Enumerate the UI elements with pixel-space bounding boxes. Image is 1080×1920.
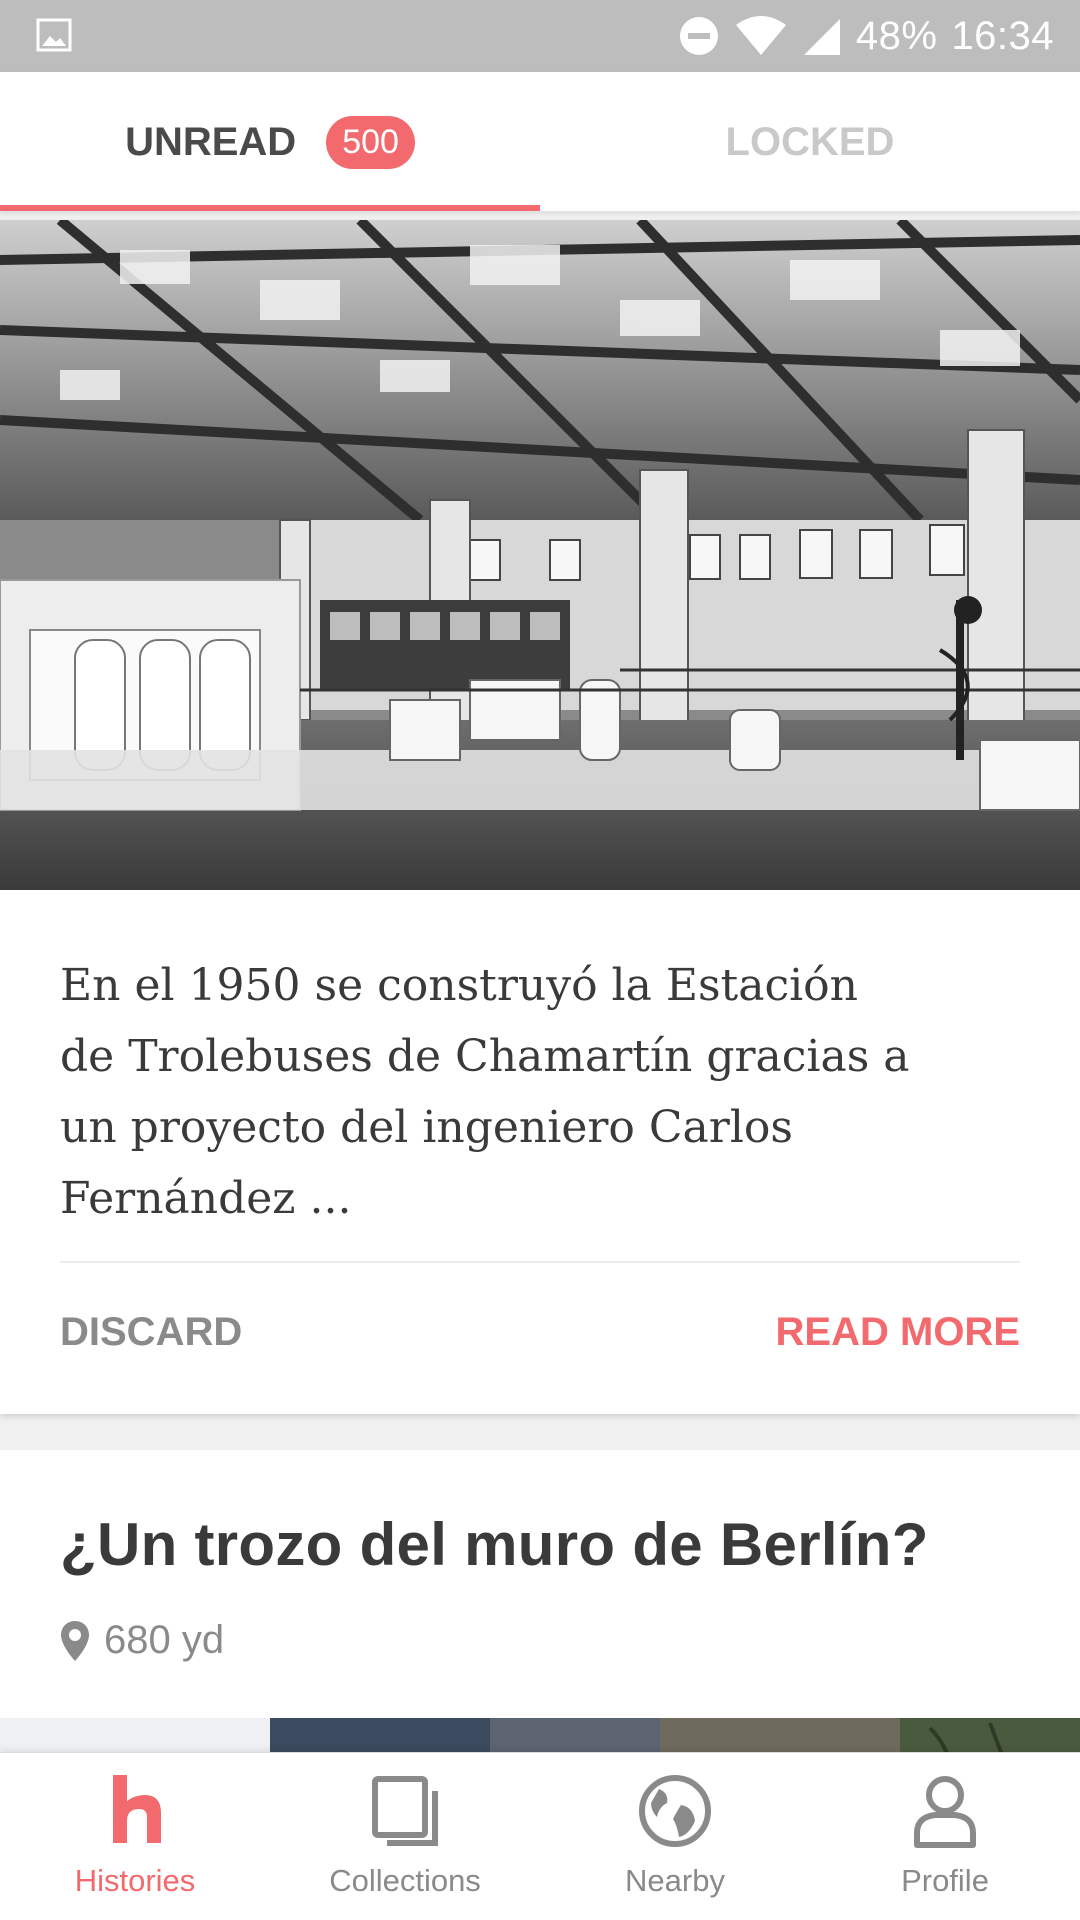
trolleybus-station-photo[interactable] (0, 220, 1080, 890)
read-more-button[interactable]: READ MORE (776, 1310, 1020, 1355)
story-card: En el 1950 se construyó la Estación de T… (0, 220, 1080, 1414)
tab-unread-label: UNREAD (125, 119, 297, 164)
nav-profile[interactable]: Profile (810, 1753, 1080, 1920)
nav-nearby[interactable]: Nearby (540, 1753, 810, 1920)
unread-count-badge: 500 (326, 115, 415, 169)
tab-unread[interactable]: UNREAD 500 (0, 72, 540, 212)
story-distance: 680 yd (60, 1618, 224, 1663)
nav-collections[interactable]: Collections (270, 1753, 540, 1920)
tab-locked[interactable]: LOCKED (540, 72, 1080, 212)
nav-histories[interactable]: Histories (0, 1753, 270, 1920)
story-title[interactable]: ¿Un trozo del muro de Berlín? (60, 1510, 929, 1579)
tab-bar: UNREAD 500 LOCKED (0, 72, 1080, 212)
active-tab-indicator (0, 205, 540, 211)
signal-icon (803, 19, 840, 55)
gallery-notification-icon (36, 18, 72, 52)
battery-percent: 48% (855, 13, 938, 58)
nav-profile-label: Profile (901, 1863, 989, 1898)
clock: 16:34 (951, 13, 1054, 58)
collections-icon (372, 1776, 438, 1846)
discard-button[interactable]: DISCARD (60, 1310, 242, 1355)
histories-logo-icon (113, 1775, 161, 1843)
story-excerpt[interactable]: En el 1950 se construyó la Estación de T… (60, 950, 920, 1234)
card-divider (60, 1261, 1020, 1263)
globe-icon (639, 1775, 711, 1847)
tab-locked-label: LOCKED (725, 119, 895, 164)
wifi-icon (735, 16, 786, 55)
status-icons: 48% 16:34 (678, 0, 1054, 72)
distance-value: 680 yd (104, 1618, 225, 1662)
nav-nearby-label: Nearby (625, 1863, 725, 1898)
status-bar: 48% 16:34 (0, 0, 1080, 72)
nav-collections-label: Collections (329, 1863, 481, 1898)
profile-icon (914, 1776, 976, 1848)
bottom-navigation: Histories Collections Nearby Profile (0, 1752, 1080, 1920)
do-not-disturb-icon (679, 17, 718, 55)
location-pin-icon (61, 1620, 89, 1661)
nav-histories-label: Histories (74, 1863, 196, 1898)
